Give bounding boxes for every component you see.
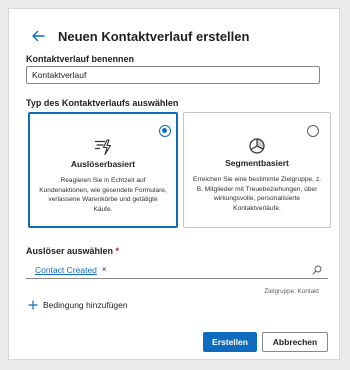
- name-label: Kontaktverlauf benennen: [26, 54, 135, 64]
- segment-based-option-card[interactable]: Segmentbasiert Erreichen Sie eine bestim…: [183, 112, 331, 228]
- target-audience-hint: Zielgruppe: Kontakt: [264, 288, 319, 295]
- create-button[interactable]: Erstellen: [203, 332, 257, 352]
- trigger-tag[interactable]: Contact Created: [35, 265, 97, 275]
- trigger-label: Auslöser auswählen *: [26, 246, 119, 256]
- add-condition-button[interactable]: Bedingung hinzufügen: [28, 300, 128, 310]
- create-journey-dialog: Neuen Kontaktverlauf erstellen Kontaktve…: [8, 8, 340, 360]
- page-title: Neuen Kontaktverlauf erstellen: [58, 28, 250, 44]
- trigger-based-radio[interactable]: [159, 125, 171, 137]
- trigger-based-option-card[interactable]: Auslöserbasiert Reagieren Sie in Echtzei…: [28, 112, 178, 228]
- trigger-based-description: Reagieren Sie in Echtzeit auf Kundenakti…: [39, 177, 167, 213]
- journey-name-input[interactable]: [26, 66, 320, 84]
- trigger-based-title: Auslöserbasiert: [70, 159, 136, 169]
- cancel-button[interactable]: Abbrechen: [262, 332, 328, 352]
- trigger-lookup-field[interactable]: Contact Created ×: [26, 261, 328, 279]
- search-icon[interactable]: [312, 265, 322, 275]
- plus-icon: [28, 300, 38, 310]
- segment-pie-icon: [249, 138, 265, 154]
- add-condition-label: Bedingung hinzufügen: [43, 300, 128, 310]
- segment-based-radio[interactable]: [307, 125, 319, 137]
- type-label: Typ des Kontaktverlaufs auswählen: [26, 98, 179, 108]
- segment-based-title: Segmentbasiert: [225, 158, 289, 168]
- remove-tag-icon[interactable]: ×: [102, 265, 107, 274]
- required-marker: *: [115, 246, 120, 256]
- segment-based-description: Erreichen Sie eine bestimmte Zielgruppe,…: [193, 176, 321, 212]
- back-arrow-icon[interactable]: [30, 28, 46, 44]
- trigger-lightning-icon: [94, 139, 112, 156]
- trigger-label-text: Auslöser auswählen: [26, 246, 114, 256]
- dialog-header: Neuen Kontaktverlauf erstellen: [30, 26, 249, 46]
